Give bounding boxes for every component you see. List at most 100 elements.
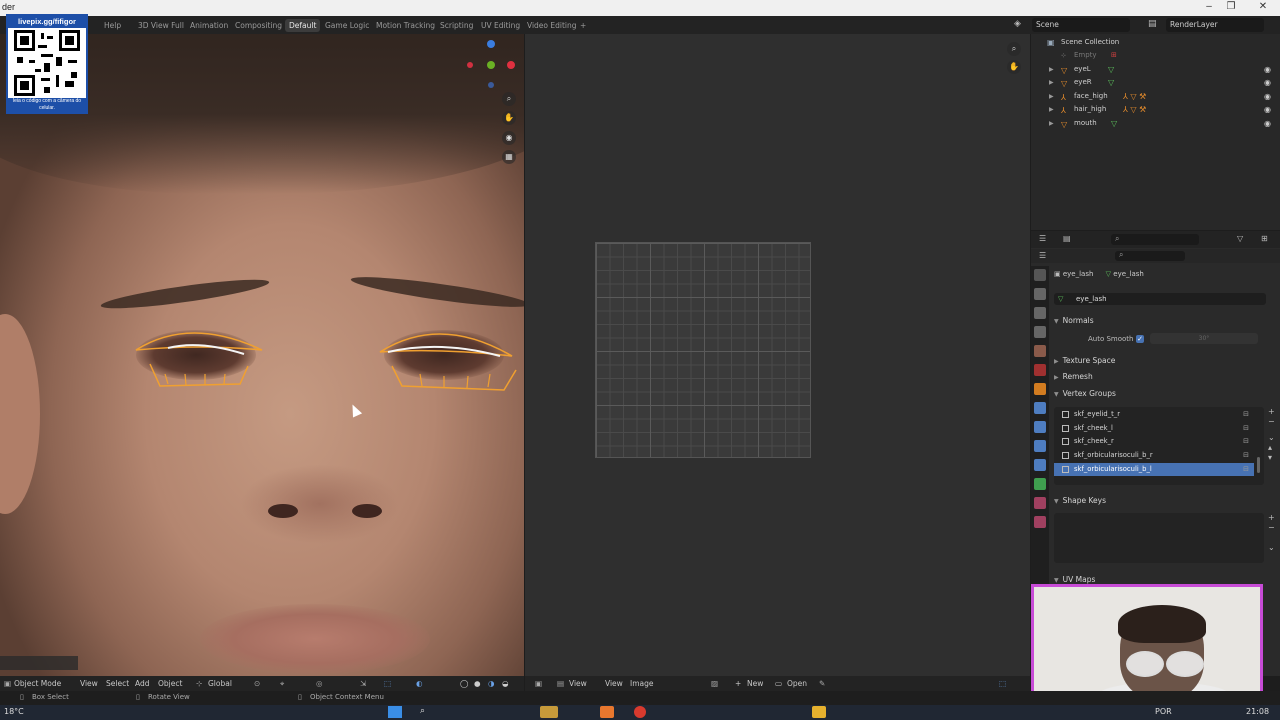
image-menu-image[interactable]: Image (630, 679, 654, 688)
vertex-group-row-selected[interactable]: skf_orbicularisoculi_b_l ⊟ (1054, 463, 1254, 476)
lock-icon[interactable]: ⊟ (1243, 435, 1249, 448)
blender-taskbar-icon[interactable] (600, 706, 614, 718)
lock-icon[interactable]: ⊟ (1243, 408, 1249, 421)
tab-material-icon[interactable] (1034, 497, 1046, 509)
move-down-icon[interactable]: ▾ (1268, 453, 1275, 463)
auto-smooth-checkbox[interactable]: ✓ (1136, 335, 1144, 343)
tab-render-icon[interactable] (1034, 288, 1046, 300)
vertex-groups-list[interactable]: skf_eyelid_t_r ⊟ skf_cheek_l ⊟ skf_cheek_r… (1054, 407, 1264, 485)
orientation-dropdown[interactable]: Global (208, 679, 232, 688)
perspective-grid-icon[interactable]: ▦ (502, 150, 516, 164)
image-menu-view[interactable]: View (569, 679, 587, 688)
tab-compositing[interactable]: Compositing (231, 19, 286, 32)
editor-type-icon[interactable]: ☰ (1039, 234, 1046, 243)
section-vertex-groups[interactable]: ▼ Vertex Groups (1054, 389, 1116, 398)
tab-tool-icon[interactable] (1034, 269, 1046, 281)
pan-hand-icon[interactable]: ✋ (502, 111, 516, 125)
render-layer-selector[interactable]: RenderLayer (1166, 18, 1264, 32)
tab-default[interactable]: Default (285, 19, 321, 32)
shading-wireframe-icon[interactable]: ◯ (460, 679, 468, 688)
3d-viewport[interactable]: ⌕ ✋ ◉ ▦ (0, 34, 524, 676)
outliner-item-face-high[interactable]: ▶ ⅄ face_high ⅄ ▽ ⚒ ◉ (1031, 90, 1280, 103)
image-menu-view-2[interactable]: View (605, 679, 623, 688)
menu-help[interactable]: Help (100, 19, 125, 32)
windows-start-icon[interactable] (388, 706, 402, 718)
tab-mesh-data-icon[interactable] (1034, 478, 1046, 490)
tab-scene-icon[interactable] (1034, 345, 1046, 357)
visibility-eye-icon[interactable]: ◉ (1264, 90, 1271, 103)
vertex-group-row[interactable]: skf_orbicularisoculi_b_r ⊟ (1054, 449, 1254, 462)
menu-add[interactable]: Add (135, 679, 150, 688)
lock-icon[interactable]: ⊟ (1243, 463, 1249, 476)
tab-physics-icon[interactable] (1034, 440, 1046, 452)
taskbar-app-icon[interactable] (540, 706, 558, 718)
language-indicator[interactable]: POR (1155, 707, 1172, 716)
tab-animation[interactable]: Animation (186, 19, 232, 32)
vertex-group-row[interactable]: skf_cheek_r ⊟ (1054, 435, 1254, 448)
outliner-item-mouth[interactable]: ▶ ▽ mouth ▽ ◉ (1031, 117, 1280, 130)
section-shape-keys[interactable]: ▼ Shape Keys (1054, 496, 1106, 505)
editor-type-icon[interactable]: ☰ (1039, 251, 1046, 260)
menu-view[interactable]: View (80, 679, 98, 688)
snap-icon[interactable]: ⌖ (280, 679, 284, 689)
add-vertex-group-button[interactable]: + (1268, 407, 1275, 417)
tab-constraints-icon[interactable] (1034, 459, 1046, 471)
expand-triangle-icon[interactable]: ▶ (1049, 103, 1054, 116)
gizmo-neg-x-axis[interactable] (467, 62, 473, 68)
tab-output-icon[interactable] (1034, 307, 1046, 319)
shading-material-icon[interactable]: ◑ (488, 679, 495, 688)
eyelash-selection-outline[interactable] (0, 34, 524, 676)
close-icon[interactable]: ✕ (1256, 1, 1270, 15)
tab-texture-icon[interactable] (1034, 516, 1046, 528)
section-uv-maps[interactable]: ▼ UV Maps (1054, 575, 1095, 584)
shape-keys-list[interactable] (1054, 513, 1264, 563)
vertex-group-specials-chevron-down-icon[interactable]: ⌄ (1268, 433, 1275, 443)
tab-uv-editing[interactable]: UV Editing (477, 19, 524, 32)
open-image-button[interactable]: Open (787, 679, 807, 688)
tab-modifier-icon[interactable] (1034, 402, 1046, 414)
zoom-icon[interactable]: ⌕ (502, 92, 516, 106)
visibility-eye-icon[interactable]: ◉ (1264, 103, 1271, 116)
vertex-group-row[interactable]: skf_eyelid_t_r ⊟ (1054, 408, 1254, 421)
image-overlays-icon[interactable]: ⬚ (999, 679, 1006, 688)
menu-object[interactable]: Object (158, 679, 182, 688)
section-normals[interactable]: ▼ Normals (1054, 316, 1094, 325)
lock-icon[interactable]: ⊟ (1243, 422, 1249, 435)
gizmo-z-axis[interactable] (487, 40, 495, 48)
clock-time[interactable]: 21:08 (1246, 707, 1269, 716)
shape-key-specials-chevron-down-icon[interactable]: ⌄ (1268, 543, 1275, 553)
minimize-icon[interactable]: – (1202, 1, 1216, 15)
tab-scripting[interactable]: Scripting (436, 19, 477, 32)
add-workspace-button[interactable]: + (576, 19, 590, 32)
overlays-icon[interactable]: ⬚ (384, 679, 391, 688)
visibility-eye-icon[interactable]: ◉ (1264, 76, 1271, 89)
expand-triangle-icon[interactable]: ▶ (1049, 76, 1054, 89)
browser-taskbar-icon[interactable] (634, 706, 646, 718)
move-up-icon[interactable]: ▴ (1268, 443, 1275, 453)
new-image-plus-icon[interactable]: + (735, 679, 741, 688)
tab-motion-tracking[interactable]: Motion Tracking (372, 19, 439, 32)
lock-icon[interactable]: ⊟ (1243, 449, 1249, 462)
scene-selector[interactable]: Scene (1032, 18, 1130, 32)
tab-3d-view-full[interactable]: 3D View Full (134, 19, 188, 32)
shading-rendered-icon[interactable]: ◒ (502, 679, 509, 688)
pin-icon[interactable]: ✎ (819, 679, 825, 688)
outliner-item-eyer[interactable]: ▶ ▽ eyeR ▽ ◉ (1031, 76, 1280, 89)
tab-world-icon[interactable] (1034, 364, 1046, 376)
shading-solid-icon[interactable]: ● (474, 679, 481, 688)
editor-type-icon[interactable]: ▣ (4, 679, 11, 688)
vertex-groups-scrollbar[interactable] (1257, 457, 1260, 473)
remove-vertex-group-button[interactable]: − (1268, 417, 1275, 427)
pivot-icon[interactable]: ⊙ (254, 679, 260, 688)
menu-select[interactable]: Select (106, 679, 129, 688)
image-editor[interactable]: ⌕ ✋ (525, 34, 1030, 676)
new-image-button[interactable]: New (747, 679, 763, 688)
uv-grid-canvas[interactable] (595, 242, 811, 458)
gizmo-x-axis[interactable] (507, 61, 515, 69)
auto-smooth-angle-field[interactable]: 30° (1150, 333, 1258, 344)
section-remesh[interactable]: ▶ Remesh (1054, 372, 1093, 381)
expand-triangle-icon[interactable]: ▶ (1049, 117, 1054, 130)
open-folder-icon[interactable]: ▭ (775, 679, 782, 688)
outliner-item-hair-high[interactable]: ▶ ⅄ hair_high ⅄ ▽ ⚒ ◉ (1031, 103, 1280, 116)
remove-shape-key-button[interactable]: − (1268, 523, 1275, 533)
